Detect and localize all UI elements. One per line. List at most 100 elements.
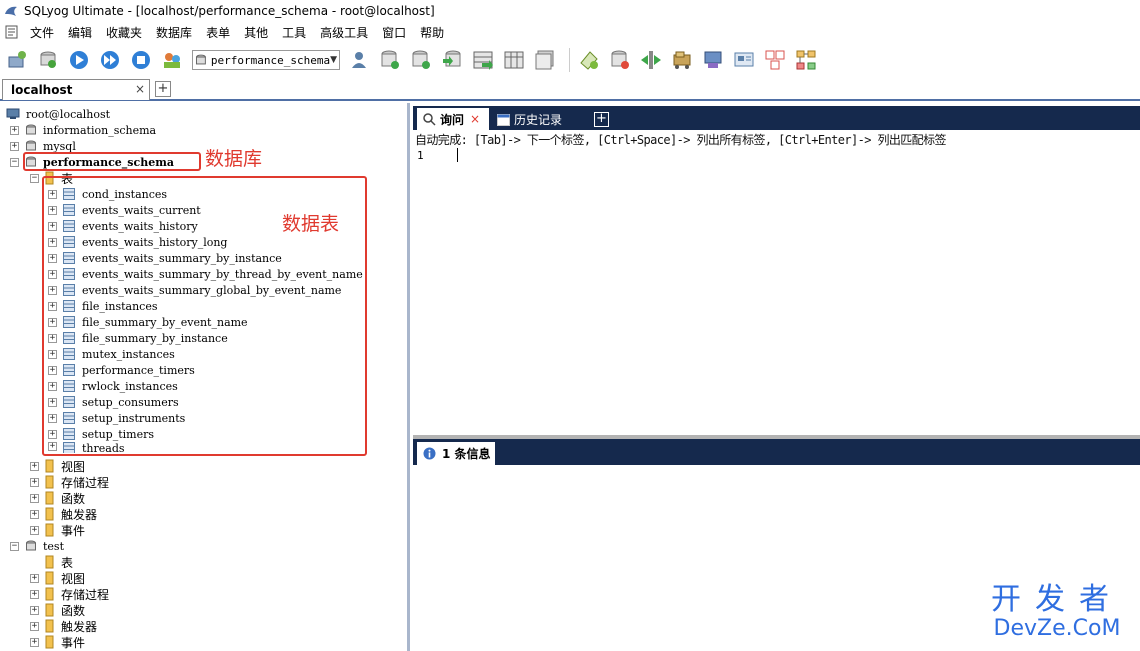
sql-editor[interactable]: 1 — [413, 147, 1140, 435]
connection-tab-label: localhost — [11, 83, 73, 97]
connection-tab-localhost[interactable]: localhost × — [2, 79, 150, 100]
tab-history[interactable]: 历史记录 — [491, 108, 589, 130]
data-search-button[interactable] — [731, 47, 757, 73]
expand-icon[interactable]: + — [30, 493, 39, 503]
chevron-down-icon[interactable]: ▼ — [330, 55, 337, 65]
annotation-tables-label: 数据表 — [282, 213, 340, 235]
refresh-button[interactable] — [35, 47, 61, 73]
sql-formatter-button[interactable] — [762, 47, 788, 73]
tree-db-test[interactable]: − test — [10, 538, 64, 554]
database-selector[interactable]: performance_schema ▼ — [192, 50, 340, 70]
tree-folder-triggers[interactable]: + 触发器 — [30, 506, 97, 522]
data-sync-button[interactable] — [576, 47, 602, 73]
menu-help[interactable]: 帮助 — [420, 24, 444, 41]
backup-db-icon — [381, 50, 399, 69]
folder-icon — [45, 571, 54, 585]
tree-folder-functions[interactable]: + 函数 — [30, 490, 85, 506]
execute-all-button[interactable] — [97, 47, 123, 73]
import-button[interactable] — [439, 47, 465, 73]
query-pane: 询问 × 历史记录 + 自动完成: [Tab]-> 下一个标签, [Ctrl+S… — [413, 103, 1140, 651]
expand-icon[interactable]: + — [30, 461, 39, 471]
tree-db-label: test — [43, 539, 64, 553]
expand-icon[interactable]: + — [10, 141, 19, 151]
tree-folder-functions[interactable]: + 函数 — [30, 602, 85, 618]
notifications-icon — [704, 51, 722, 68]
tree-folder-events[interactable]: + 事件 — [30, 522, 85, 538]
tree-folder-label: 事件 — [61, 523, 86, 538]
tab-history-label: 历史记录 — [514, 112, 563, 127]
execute-query-button[interactable] — [66, 47, 92, 73]
result-tab-bar: 1 条信息 — [413, 439, 1140, 465]
menu-file[interactable]: 文件 — [30, 24, 54, 41]
scheduled-backup-button[interactable] — [669, 47, 695, 73]
folder-icon — [45, 491, 54, 505]
tab-messages[interactable]: 1 条信息 — [417, 442, 495, 465]
menu-table[interactable]: 表单 — [206, 24, 230, 41]
import-icon — [443, 50, 461, 67]
window-title: SQLyog Ultimate - [localhost/performance… — [24, 4, 435, 18]
menu-database[interactable]: 数据库 — [156, 24, 192, 41]
collapse-icon[interactable]: − — [30, 173, 39, 183]
add-query-tab-button[interactable]: + — [594, 112, 609, 127]
menu-favorites[interactable]: 收藏夹 — [106, 24, 142, 41]
document-menu-icon[interactable] — [4, 25, 20, 39]
add-connection-tab-button[interactable]: + — [155, 81, 171, 97]
menu-bar: 文件 编辑 收藏夹 数据库 表单 其他 工具 高级工具 窗口 帮助 — [0, 22, 1140, 42]
tree-folder-events[interactable]: + 事件 — [30, 634, 85, 650]
title-bar: SQLyog Ultimate - [localhost/performance… — [0, 0, 1140, 22]
tree-folder-views[interactable]: + 视图 — [30, 570, 85, 586]
expand-icon[interactable]: + — [30, 589, 39, 599]
tab-messages-label: 1 条信息 — [442, 447, 491, 461]
expand-icon[interactable]: + — [30, 525, 39, 535]
expand-icon[interactable]: + — [30, 621, 39, 631]
tree-folder-tables[interactable]: +表 — [30, 554, 73, 570]
collapse-icon[interactable]: − — [10, 541, 19, 551]
menu-window[interactable]: 窗口 — [382, 24, 406, 41]
backup-db-button[interactable] — [377, 47, 403, 73]
menu-tools[interactable]: 工具 — [282, 24, 306, 41]
job-agent-icon — [796, 50, 816, 70]
tree-folder-label: 触发器 — [61, 619, 98, 634]
tree-root[interactable]: root@localhost — [6, 106, 110, 122]
expand-icon[interactable]: + — [30, 605, 39, 615]
tree-folder-triggers[interactable]: + 触发器 — [30, 618, 97, 634]
tree-root-label: root@localhost — [26, 107, 111, 121]
expand-icon[interactable]: + — [30, 509, 39, 519]
expand-icon[interactable]: + — [30, 573, 39, 583]
expand-icon[interactable]: + — [30, 637, 39, 647]
folder-icon — [45, 475, 54, 489]
job-agent-button[interactable] — [793, 47, 819, 73]
menu-advanced-tools[interactable]: 高级工具 — [320, 24, 368, 41]
object-browser: root@localhost + information_schema + my… — [0, 103, 410, 651]
import-external-icon — [641, 51, 661, 69]
menu-other[interactable]: 其他 — [244, 24, 268, 41]
users-button[interactable] — [159, 47, 185, 73]
schema-designer-button[interactable] — [501, 47, 527, 73]
schema-sync-button[interactable] — [607, 47, 633, 73]
table-data-button[interactable] — [470, 47, 496, 73]
notifications-button[interactable] — [700, 47, 726, 73]
import-external-button[interactable] — [638, 47, 664, 73]
restore-db-button[interactable] — [408, 47, 434, 73]
expand-icon[interactable]: + — [30, 477, 39, 487]
tree-db-information-schema[interactable]: + information_schema — [10, 122, 156, 138]
tree-folder-label: 函数 — [61, 603, 86, 618]
menu-edit[interactable]: 编辑 — [68, 24, 92, 41]
database-icon — [26, 124, 36, 135]
scheduled-backup-icon — [673, 51, 691, 69]
close-icon[interactable]: × — [135, 82, 145, 96]
close-icon[interactable]: × — [470, 112, 480, 126]
collapse-icon[interactable]: − — [10, 157, 19, 167]
folder-icon — [45, 603, 54, 617]
query-builder-button[interactable] — [532, 47, 558, 73]
tree-folder-procedures[interactable]: + 存储过程 — [30, 586, 109, 602]
expand-icon[interactable]: + — [10, 125, 19, 135]
tree-folder-views[interactable]: + 视图 — [30, 458, 85, 474]
new-connection-button[interactable] — [4, 47, 30, 73]
stop-button[interactable] — [128, 47, 154, 73]
folder-icon — [45, 459, 54, 473]
user-manager-button[interactable] — [346, 47, 372, 73]
tree-folder-procedures[interactable]: + 存储过程 — [30, 474, 109, 490]
query-tab-bar: 询问 × 历史记录 + — [413, 106, 1140, 130]
tab-query[interactable]: 询问 × — [417, 108, 489, 130]
